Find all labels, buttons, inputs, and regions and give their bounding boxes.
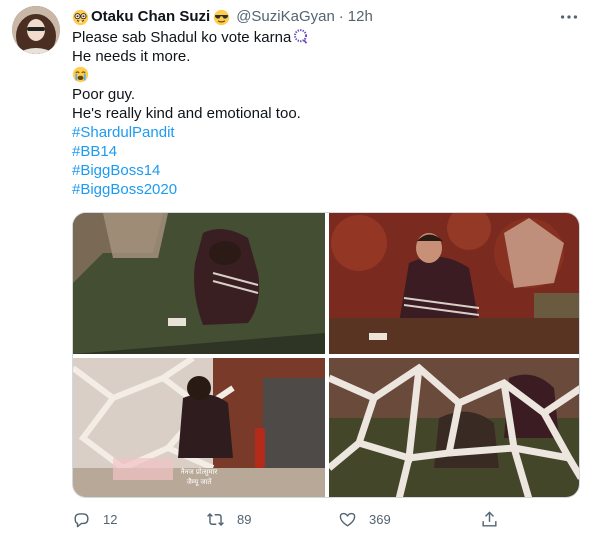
- separator-dot: ·: [338, 8, 344, 25]
- timestamp[interactable]: 12h: [348, 7, 373, 27]
- reply-icon: [74, 512, 89, 527]
- media-image-4[interactable]: [329, 358, 579, 497]
- user-handle[interactable]: @SuziKaGyan: [236, 7, 335, 27]
- tweet-header: Otaku Chan Suzi @SuziKaGyan · 12h: [72, 6, 584, 28]
- like-count: 369: [369, 511, 391, 527]
- hashtag-link[interactable]: #BiggBoss14: [72, 161, 584, 180]
- tweet-line-2: He needs it more.: [72, 48, 191, 65]
- tweet-content: Otaku Chan Suzi @SuziKaGyan · 12h Please…: [72, 6, 584, 527]
- tweet-line-3: [72, 66, 584, 85]
- retweet-count: 89: [237, 511, 252, 527]
- media-image-3[interactable]: नैनज प्रोत्सुमार जैम्यू जातें: [73, 358, 325, 497]
- media-grid: नैनज प्रोत्सुमार जैम्यू जातें: [72, 212, 580, 498]
- retweet-icon: [207, 512, 224, 526]
- reply-button[interactable]: 12: [72, 504, 117, 534]
- share-button[interactable]: [480, 504, 499, 534]
- retweet-button[interactable]: 89: [206, 504, 251, 534]
- subtitle-line-2: जैम्यू जातें: [187, 477, 213, 486]
- more-button[interactable]: [558, 6, 580, 28]
- prayer-beads-icon: [294, 29, 308, 44]
- heart-icon: [339, 512, 356, 527]
- sunglasses-face-icon: [214, 9, 230, 25]
- like-button[interactable]: 369: [338, 504, 391, 534]
- nerd-face-icon: [72, 9, 89, 25]
- crying-face-icon: [72, 66, 89, 83]
- hashtag-link[interactable]: #BB14: [72, 142, 584, 161]
- share-icon: [482, 510, 497, 527]
- subtitle-line-1: नैनज प्रोत्सुमार: [181, 467, 218, 476]
- hashtag-link[interactable]: #ShardulPandit: [72, 123, 584, 142]
- tweet[interactable]: Otaku Chan Suzi @SuziKaGyan · 12h Please…: [0, 0, 596, 535]
- tweet-actions: 12 89 369: [72, 504, 584, 534]
- tweet-line-4: Poor guy.: [72, 86, 136, 103]
- hashtag-link[interactable]: #BiggBoss2020: [72, 180, 584, 199]
- tweet-text: Please sab Shadul ko vote karna He needs…: [72, 28, 584, 199]
- display-name[interactable]: Otaku Chan Suzi: [91, 7, 210, 27]
- media-image-1[interactable]: [73, 213, 325, 354]
- media-image-2[interactable]: [329, 213, 579, 354]
- tweet-line-5: He's really kind and emotional too.: [72, 105, 301, 122]
- more-icon: [560, 15, 578, 19]
- tweet-line-1: Please sab Shadul ko vote karna: [72, 28, 584, 47]
- avatar[interactable]: [12, 6, 60, 54]
- reply-count: 12: [103, 511, 118, 527]
